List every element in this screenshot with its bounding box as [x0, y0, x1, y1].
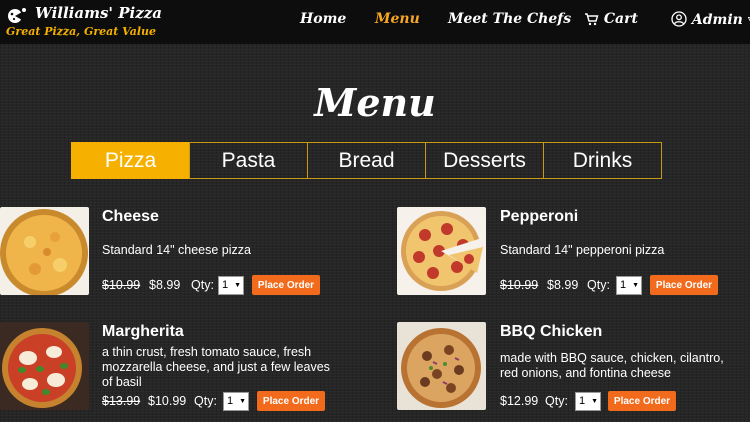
qty-label: Qty: [194, 394, 217, 408]
quantity-value: 1 [227, 395, 234, 407]
nav-home[interactable]: Home [300, 11, 346, 27]
quantity-value: 1 [579, 395, 586, 407]
sale-price: $8.99 [547, 278, 579, 292]
chevron-down-icon: ▼ [239, 398, 246, 405]
original-price: $10.99 [500, 278, 539, 292]
qty-label: Qty: [545, 394, 568, 408]
qty-label: Qty: [191, 278, 214, 292]
pepperoni-pizza-image [397, 207, 486, 295]
quantity-select[interactable]: 1 ▼ [575, 392, 601, 411]
chevron-down-icon: ▼ [234, 282, 241, 289]
quantity-select[interactable]: 1 ▼ [223, 392, 249, 411]
place-order-button[interactable]: Place Order [608, 391, 676, 411]
nav-admin-dropdown[interactable]: Admin ▿ [671, 11, 750, 28]
original-price: $10.99 [102, 278, 141, 292]
chevron-down-icon: ▼ [632, 282, 639, 289]
place-order-button[interactable]: Place Order [650, 275, 718, 295]
brand-name[interactable]: Williams' Pizza [35, 4, 162, 22]
item-name: BBQ Chicken [500, 323, 603, 340]
sale-price: $12.99 [500, 394, 539, 408]
nav-cart[interactable]: Cart [584, 11, 638, 27]
item-description: Standard 14" cheese pizza [102, 243, 251, 257]
item-description: made with BBQ sauce, chicken, cilantro, … [500, 351, 724, 380]
nav-admin-label: Admin ▿ [691, 12, 750, 28]
bbq-chicken-pizza-image [397, 322, 486, 410]
pizza-chef-logo-icon [8, 8, 26, 23]
cheese-pizza-image [0, 207, 89, 295]
brand-tagline: Great Pizza, Great Value [6, 25, 157, 38]
tab-drinks[interactable]: Drinks [543, 142, 662, 179]
user-icon [671, 11, 687, 27]
quantity-value: 1 [222, 279, 229, 291]
top-navbar: Williams' Pizza Great Pizza, Great Value… [0, 0, 750, 44]
place-order-button[interactable]: Place Order [257, 391, 325, 411]
place-order-button[interactable]: Place Order [252, 275, 320, 295]
sale-price: $10.99 [148, 394, 187, 408]
quantity-select[interactable]: 1 ▼ [218, 276, 244, 295]
item-name: Cheese [102, 208, 159, 225]
quantity-select[interactable]: 1 ▼ [616, 276, 642, 295]
sale-price: $8.99 [149, 278, 181, 292]
nav-meet-the-chefs[interactable]: Meet The Chefs [448, 11, 571, 27]
qty-label: Qty: [587, 278, 610, 292]
page-title: Menu [314, 80, 436, 125]
tab-pizza[interactable]: Pizza [71, 142, 190, 179]
original-price: $13.99 [102, 394, 141, 408]
cart-icon [585, 13, 599, 26]
chevron-down-icon: ▼ [591, 398, 598, 405]
item-description: Standard 14" pepperoni pizza [500, 243, 665, 257]
nav-menu[interactable]: Menu [375, 11, 420, 27]
category-tabs: Pizza Pasta Bread Desserts Drinks [71, 142, 662, 179]
nav-cart-label: Cart [603, 11, 638, 27]
item-name: Pepperoni [500, 208, 579, 225]
margherita-pizza-image [0, 322, 89, 410]
item-name: Margherita [102, 323, 184, 340]
tab-desserts[interactable]: Desserts [425, 142, 544, 179]
quantity-value: 1 [620, 279, 627, 291]
tab-bread[interactable]: Bread [307, 142, 426, 179]
tab-pasta[interactable]: Pasta [189, 142, 308, 179]
item-description: a thin crust, fresh tomato sauce, fresh … [102, 345, 330, 389]
